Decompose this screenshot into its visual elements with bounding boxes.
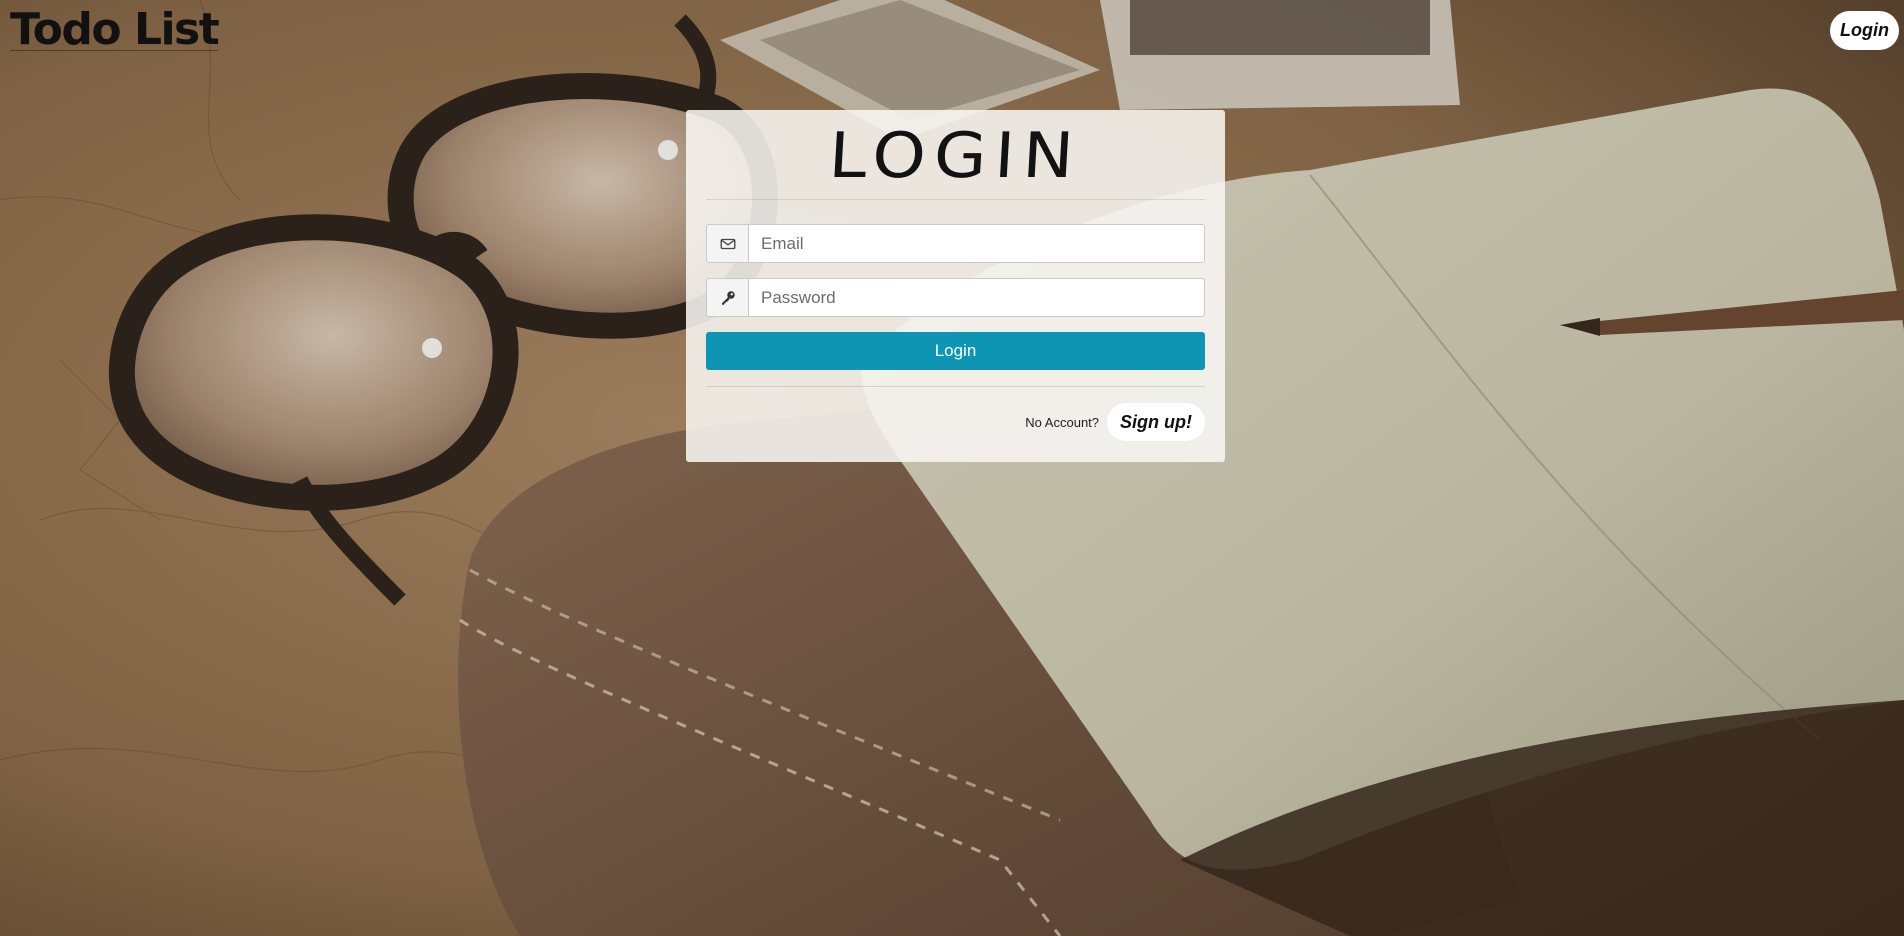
email-field[interactable] (748, 224, 1205, 263)
no-account-text: No Account? (1025, 414, 1100, 430)
brand-logo[interactable]: Todo List (10, 4, 220, 56)
divider (706, 386, 1205, 387)
card-header: LOGIN (706, 110, 1205, 200)
envelope-icon (706, 224, 748, 263)
password-input-group (706, 278, 1205, 317)
page-title: LOGIN (827, 120, 1084, 193)
email-input-group (706, 224, 1205, 263)
nav-login-button[interactable]: Login (1830, 11, 1899, 50)
password-field[interactable] (748, 278, 1205, 317)
signup-row: No Account? Sign up! (1025, 403, 1205, 441)
login-card: LOGIN Login No Account? Sign up! (686, 110, 1225, 462)
signup-button[interactable]: Sign up! (1107, 403, 1205, 441)
login-submit-button[interactable]: Login (706, 332, 1205, 370)
key-icon (706, 278, 748, 317)
